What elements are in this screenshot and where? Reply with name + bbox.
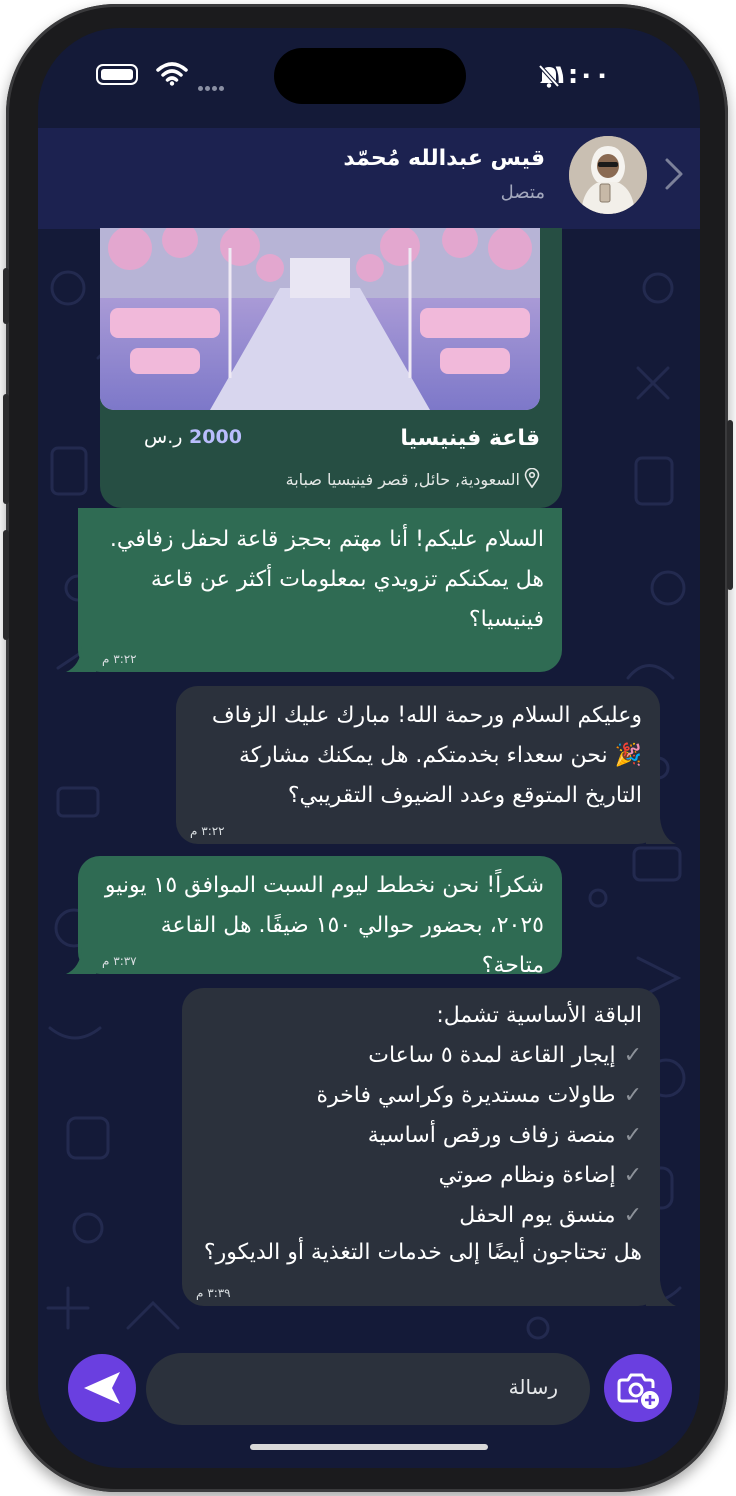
price-currency: ر.س bbox=[144, 426, 183, 448]
message-line: شكراً! نحن نخطط ليوم السبت الموافق ١٥ يو… bbox=[104, 873, 544, 898]
message-time: ٣:٣٩ م bbox=[196, 1286, 231, 1300]
chat-screen: ١:٠٠ قيس عبدالله مُحمّد متصل قاعة فينيسي… bbox=[38, 28, 700, 1468]
message-line: وعليكم السلام ورحمة الله! مبارك عليك الز… bbox=[211, 703, 642, 728]
checkmark-icon: ✓ bbox=[623, 1163, 642, 1188]
hall-location-text: السعودية, حائل, قصر فينيسيا صبابة bbox=[285, 470, 520, 489]
feature-label: منصة زفاف ورقص أساسية bbox=[367, 1123, 616, 1148]
battery-icon bbox=[96, 64, 138, 85]
location-pin-icon bbox=[524, 467, 540, 489]
feature-item: ✓ إضاءة ونظام صوتي bbox=[200, 1156, 642, 1196]
message-line: فينيسيا؟ bbox=[468, 607, 544, 632]
checkmark-icon: ✓ bbox=[623, 1043, 642, 1068]
chevron-right-icon[interactable] bbox=[662, 154, 686, 194]
message-time: ٣:٣٧ م bbox=[102, 954, 137, 968]
checkmark-icon: ✓ bbox=[623, 1203, 642, 1228]
message-line: هل يمكنكم تزويدي بمعلومات أكثر عن قاعة bbox=[150, 567, 544, 592]
contact-avatar[interactable] bbox=[569, 136, 647, 214]
message-input[interactable]: رسالة bbox=[146, 1353, 590, 1425]
checkmark-icon: ✓ bbox=[623, 1123, 642, 1148]
message-line: السلام عليكم! أنا مهتم بحجز قاعة لحفل زف… bbox=[109, 527, 544, 552]
power-button bbox=[727, 420, 733, 590]
volume-down-button bbox=[3, 530, 9, 640]
checkmark-icon: ✓ bbox=[623, 1083, 642, 1108]
message-incoming[interactable]: الباقة الأساسية تشمل: ✓ إيجار القاعة لمدة… bbox=[182, 988, 660, 1306]
camera-add-icon bbox=[617, 1373, 659, 1409]
message-line: 🎉 نحن سعداء بخدمتكم. هل يمكنك مشاركة bbox=[239, 743, 642, 768]
status-time: ١:٠٠ bbox=[551, 60, 610, 90]
send-button[interactable] bbox=[68, 1354, 136, 1422]
feature-item: ✓ طاولات مستديرة وكراسي فاخرة bbox=[200, 1076, 643, 1116]
status-bar: ١:٠٠ bbox=[38, 28, 700, 128]
home-indicator[interactable] bbox=[250, 1444, 488, 1450]
message-outgoing[interactable]: السلام عليكم! أنا مهتم بحجز قاعة لحفل زف… bbox=[78, 508, 562, 672]
package-question: هل تحتاجون أيضًا إلى خدمات التغذية أو ال… bbox=[203, 1240, 642, 1265]
dynamic-island bbox=[274, 48, 466, 104]
message-time: ٣:٢٢ م bbox=[190, 824, 225, 838]
message-time: ٣:٢٢ م bbox=[102, 652, 137, 666]
feature-label: منسق يوم الحفل bbox=[459, 1203, 616, 1228]
feature-item: ✓ منصة زفاف ورقص أساسية bbox=[200, 1116, 642, 1156]
signal-dots-icon bbox=[198, 76, 226, 95]
mute-switch bbox=[3, 268, 9, 324]
wifi-icon bbox=[156, 62, 188, 86]
message-incoming[interactable]: وعليكم السلام ورحمة الله! مبارك عليك الز… bbox=[176, 686, 660, 844]
message-outgoing[interactable]: شكراً! نحن نخطط ليوم السبت الموافق ١٥ يو… bbox=[78, 856, 562, 978]
chat-header: قيس عبدالله مُحمّد متصل bbox=[38, 128, 700, 229]
message-line: ٢٠٢٥، بحضور حوالي ١٥٠ ضيفًا. هل القاعة م… bbox=[160, 913, 544, 978]
message-input-placeholder: رسالة bbox=[508, 1375, 558, 1399]
feature-label: إيجار القاعة لمدة ٥ ساعات bbox=[368, 1043, 616, 1068]
feature-item: ✓ إيجار القاعة لمدة ٥ ساعات bbox=[200, 1036, 642, 1076]
message-line: التاريخ المتوقع وعدد الضيوف التقريبي؟ bbox=[287, 783, 642, 808]
hall-price: 2000 ر.س bbox=[144, 426, 242, 448]
hall-image bbox=[100, 228, 540, 410]
feature-label: إضاءة ونظام صوتي bbox=[438, 1163, 616, 1188]
bubble-tail bbox=[646, 1280, 676, 1306]
price-value: 2000 bbox=[189, 426, 242, 448]
avatar-photo-icon bbox=[569, 136, 647, 214]
package-intro: الباقة الأساسية تشمل: bbox=[436, 1003, 642, 1028]
send-icon bbox=[84, 1372, 120, 1404]
feature-item: ✓ منسق يوم الحفل bbox=[200, 1196, 642, 1236]
hall-name: قاعة فينيسيا bbox=[400, 426, 540, 451]
camera-add-button[interactable] bbox=[604, 1354, 672, 1422]
bubble-tail bbox=[646, 818, 676, 844]
contact-status: متصل bbox=[500, 182, 545, 203]
feature-label: طاولات مستديرة وكراسي فاخرة bbox=[316, 1083, 616, 1108]
bubble-tail bbox=[66, 948, 96, 974]
hall-location: السعودية, حائل, قصر فينيسيا صبابة bbox=[285, 467, 540, 489]
volume-up-button bbox=[3, 394, 9, 504]
contact-name: قيس عبدالله مُحمّد bbox=[343, 146, 545, 171]
bubble-tail bbox=[66, 646, 96, 672]
